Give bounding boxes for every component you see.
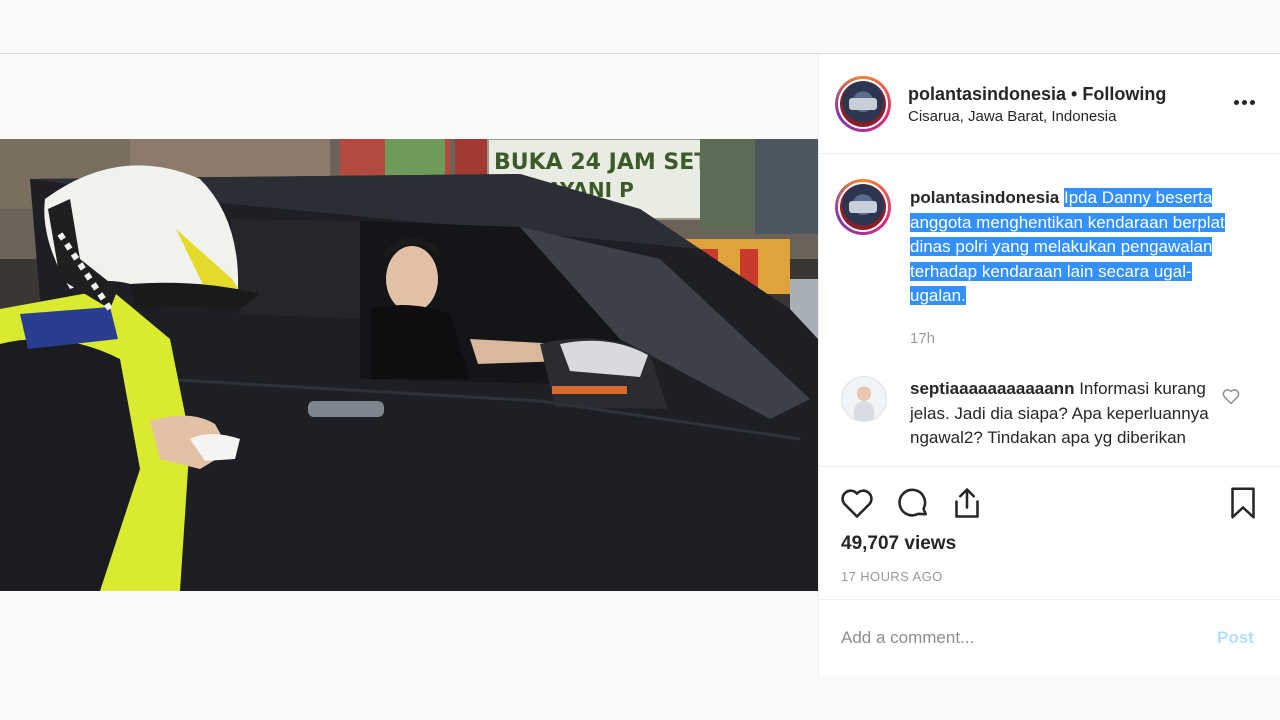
following-button[interactable]: Following <box>1082 84 1166 104</box>
post-location[interactable]: Cisarua, Jawa Barat, Indonesia <box>908 108 1116 125</box>
author-avatar[interactable] <box>835 76 891 132</box>
video-frame: BUKA 24 JAM SETIAP MELAYANI P <box>0 139 818 591</box>
commenter-avatar[interactable] <box>841 376 887 422</box>
add-comment-section: Post <box>819 599 1280 676</box>
comment-input[interactable] <box>841 626 1201 650</box>
caption-time: 17h <box>910 330 936 347</box>
bookmark-icon[interactable] <box>1225 485 1261 521</box>
caption-author-avatar[interactable] <box>835 179 891 235</box>
post-comment-button[interactable]: Post <box>1217 628 1254 648</box>
post-timestamp: 17 HOURS AGO <box>841 569 943 584</box>
author-line: polantasindonesia • Following <box>908 84 1166 105</box>
comment-bubble-icon[interactable] <box>895 485 931 521</box>
comments-section: polantasindonesia Ipda Danny beserta ang… <box>819 155 1280 466</box>
post-sidebar: polantasindonesia • Following Cisarua, J… <box>818 54 1280 676</box>
small-heart-icon[interactable] <box>1221 386 1241 406</box>
post-actions: 49,707 views 17 HOURS AGO <box>819 466 1280 599</box>
post-header: polantasindonesia • Following Cisarua, J… <box>819 54 1280 154</box>
comment-username[interactable]: septiaaaaaaaaaaann <box>910 379 1074 398</box>
post-caption: polantasindonesia Ipda Danny beserta ang… <box>910 186 1230 309</box>
heart-icon[interactable] <box>839 485 875 521</box>
post-video[interactable]: BUKA 24 JAM SETIAP MELAYANI P <box>0 139 818 591</box>
caption-username[interactable]: polantasindonesia <box>910 188 1059 207</box>
top-bar <box>0 0 1280 54</box>
view-count[interactable]: 49,707 views <box>841 533 956 555</box>
comment-item: septiaaaaaaaaaaann Informasi kurang jela… <box>910 377 1210 451</box>
separator-dot: • <box>1071 84 1078 104</box>
author-username[interactable]: polantasindonesia <box>908 84 1066 104</box>
share-icon[interactable] <box>949 485 985 521</box>
more-options-icon[interactable] <box>1231 92 1257 112</box>
